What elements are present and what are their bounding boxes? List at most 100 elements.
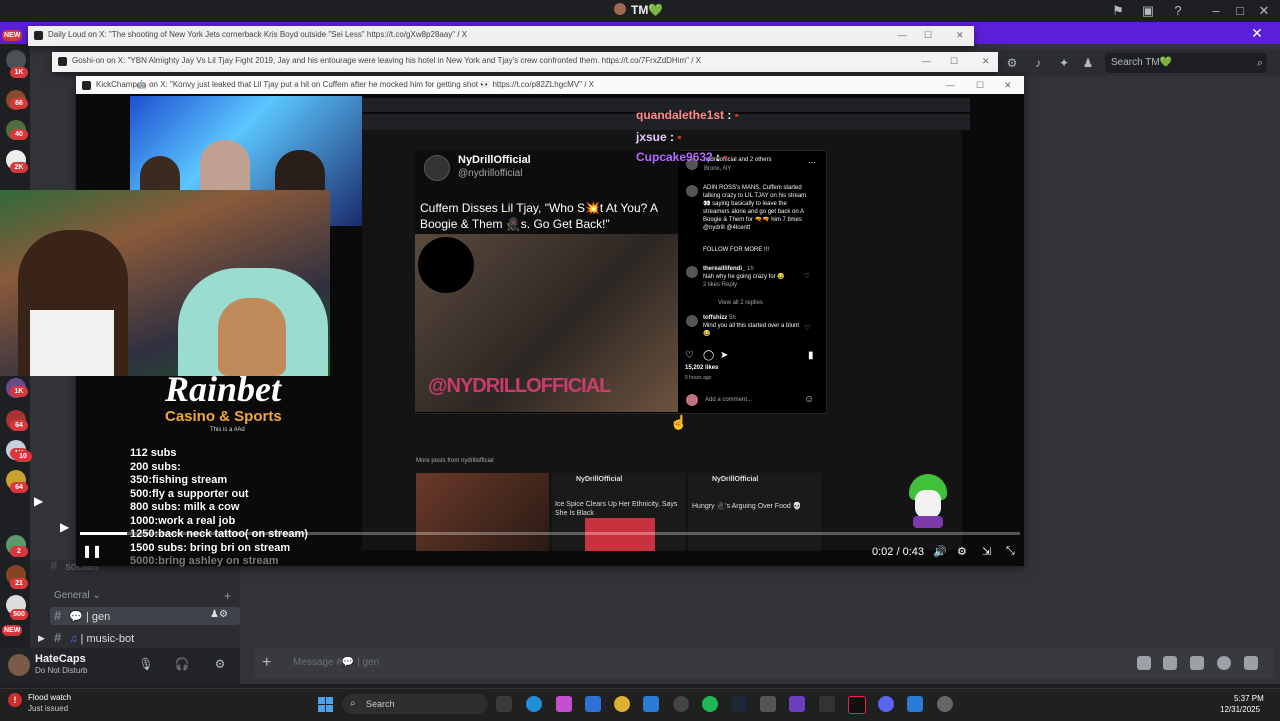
gift-icon[interactable]: [1137, 656, 1151, 670]
play-icon[interactable]: ▶: [60, 520, 69, 534]
post-body: ADIN ROSS's MANS, Cuffem started talking…: [703, 185, 807, 231]
warning-icon[interactable]: !: [8, 693, 22, 707]
maximize-icon[interactable]: ☐: [976, 76, 984, 94]
settings-gear-icon[interactable]: ⚙: [212, 656, 228, 672]
popout-icon[interactable]: ⇲: [982, 545, 991, 558]
close-icon[interactable]: ✕: [956, 26, 964, 44]
avatar[interactable]: [8, 654, 30, 676]
chrome-icon[interactable]: [614, 696, 630, 712]
view-replies-link[interactable]: View all 2 replies: [718, 299, 763, 307]
comment: therealllifendi_ 1h Nah why he going craz…: [703, 266, 785, 288]
like-heart-icon[interactable]: ♡: [685, 350, 694, 361]
threads-icon[interactable]: ⚙: [1004, 55, 1020, 71]
post-handle: @nydrillofficial: [458, 168, 523, 179]
outlook-icon[interactable]: [643, 696, 659, 712]
search-input[interactable]: Search TM💚 ⌕: [1105, 53, 1267, 73]
pin-icon[interactable]: ✦: [1056, 55, 1072, 71]
minimize-icon[interactable]: —: [898, 26, 907, 44]
close-icon[interactable]: ✕: [1256, 3, 1272, 19]
minimize-icon[interactable]: –: [1208, 3, 1224, 19]
windows-start-icon[interactable]: [318, 697, 333, 712]
members-icon[interactable]: ♟: [1080, 55, 1096, 71]
sub-goal: 1500 subs: bring bri on stream: [130, 542, 291, 554]
nydrill-video-logo: [418, 237, 474, 293]
maximize-icon[interactable]: ☐: [950, 52, 958, 70]
comment-icon[interactable]: ◯: [703, 350, 714, 361]
post-caption: Cuffem Disses Lil Tjay, "Who S💥t At You?…: [420, 201, 658, 231]
channel-category[interactable]: General ⌄: [54, 590, 101, 601]
channel-item-music-bot[interactable]: # ♫ | music-bot: [54, 629, 134, 647]
spotify-icon[interactable]: [702, 696, 718, 712]
browser-window-1[interactable]: Daily Loud on X: "The shooting of New Yo…: [28, 26, 974, 46]
store-icon[interactable]: [585, 696, 601, 712]
headphones-icon[interactable]: 🎧: [174, 656, 190, 672]
edge-icon[interactable]: [526, 696, 542, 712]
emoji-icon[interactable]: ☺: [804, 394, 814, 405]
video-timecode: 0:02 / 0:43: [872, 546, 924, 558]
more-post-tile[interactable]: [416, 473, 549, 551]
avatar: [686, 266, 698, 278]
maximize-icon[interactable]: ☐: [924, 26, 932, 44]
server-badge: 64: [10, 482, 28, 493]
more-post-tile[interactable]: [688, 473, 821, 551]
message-input[interactable]: [254, 648, 1274, 678]
bookmark-icon[interactable]: ▮: [808, 350, 814, 361]
settings-icon[interactable]: [937, 696, 953, 712]
fullscreen-icon[interactable]: ⤡: [1006, 545, 1015, 558]
tiktok-icon[interactable]: [848, 696, 866, 714]
taskbar-time[interactable]: 5:37 PM: [1234, 694, 1264, 703]
flag-icon[interactable]: ⚑: [1110, 3, 1126, 19]
bell-icon[interactable]: ♪: [1030, 55, 1046, 71]
task-view-icon[interactable]: [496, 696, 512, 712]
invite-icon[interactable]: ♟⚙: [210, 609, 228, 620]
post-age: 5 hours ago: [685, 375, 712, 381]
microphone-icon[interactable]: 🎙: [138, 656, 154, 672]
minimize-icon[interactable]: —: [922, 52, 931, 70]
app-icon[interactable]: [789, 696, 805, 712]
play-icon[interactable]: ▶: [34, 494, 43, 508]
video-progress-track[interactable]: [80, 532, 1020, 535]
server-badge: 64: [10, 420, 28, 431]
close-icon[interactable]: ✕: [982, 52, 990, 70]
sticker-icon[interactable]: [1190, 656, 1204, 670]
more-post-author: NyDrillOfficial: [712, 476, 759, 483]
heart-icon[interactable]: ♡: [804, 272, 810, 280]
browser-window-2[interactable]: Goshi-on on X: "YBN Almighty Jay Vs Lil …: [52, 52, 998, 72]
attach-plus-icon[interactable]: +: [262, 654, 271, 672]
sponsor-disclaimer: This is a #Ad: [210, 427, 245, 433]
obs-icon[interactable]: [673, 696, 689, 712]
app-icon[interactable]: [760, 696, 776, 712]
banner-close-icon[interactable]: ✕: [1248, 24, 1266, 42]
volume-icon[interactable]: 🔊: [933, 545, 947, 558]
copilot-icon[interactable]: [556, 696, 572, 712]
heart-icon[interactable]: ♡: [804, 324, 810, 332]
comment: toffshizz 5h Mind you all this started ov…: [703, 315, 800, 337]
share-icon[interactable]: ➤: [720, 350, 728, 361]
help-icon[interactable]: ?: [1170, 3, 1186, 19]
sub-goal: 112 subs: [130, 447, 177, 459]
chevron-right-icon[interactable]: ▶: [38, 633, 45, 644]
pause-icon[interactable]: ❚❚: [82, 544, 102, 558]
emoji-icon[interactable]: [1217, 656, 1231, 670]
notification-title[interactable]: Flood watch: [28, 693, 71, 702]
more-options-icon[interactable]: ···: [808, 158, 816, 167]
taskbar-search-input[interactable]: ⌕ Search: [342, 694, 488, 714]
apps-icon[interactable]: [1244, 656, 1258, 670]
settings-gear-icon[interactable]: ⚙: [957, 545, 967, 558]
minimize-icon[interactable]: —: [946, 76, 955, 94]
steam-icon[interactable]: [731, 696, 747, 712]
taskbar-date[interactable]: 12/31/2025: [1220, 705, 1260, 714]
maximize-icon[interactable]: □: [1232, 3, 1248, 19]
x-favicon-icon: [34, 31, 43, 40]
app-icon[interactable]: [907, 696, 923, 712]
add-channel-icon[interactable]: +: [224, 589, 231, 603]
x-favicon-icon: [82, 81, 91, 90]
capcut-icon[interactable]: [819, 696, 835, 712]
gif-icon[interactable]: [1163, 656, 1177, 670]
add-comment-input[interactable]: Add a comment...: [705, 397, 752, 403]
inbox-icon[interactable]: ▣: [1140, 3, 1156, 19]
nydrill-logo: [424, 155, 450, 181]
chat-message: Cupcake9632 : ▪: [636, 150, 728, 164]
discord-icon[interactable]: [878, 696, 894, 712]
close-icon[interactable]: ✕: [1004, 76, 1012, 94]
